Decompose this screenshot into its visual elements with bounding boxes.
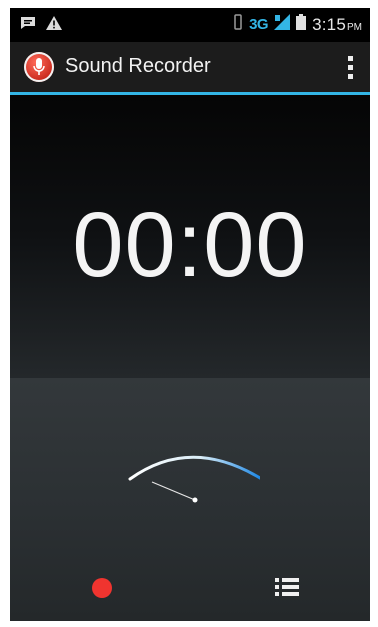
vu-meter-pivot: [192, 497, 198, 503]
timer-panel: 00:00: [10, 95, 370, 378]
status-bar: 3G 3:15PM: [10, 8, 370, 42]
vu-meter-needle: [151, 481, 196, 501]
overflow-menu-icon[interactable]: [340, 52, 360, 82]
status-clock: 3:15PM: [312, 14, 362, 34]
warning-icon: [46, 16, 62, 35]
recording-timer: 00:00: [72, 194, 308, 296]
recordings-list-icon[interactable]: [274, 574, 300, 600]
network-type: 3G: [249, 16, 269, 33]
controls-bar: [10, 568, 370, 608]
action-bar: Sound Recorder: [10, 42, 370, 92]
record-button[interactable]: [92, 578, 112, 598]
control-panel: [10, 378, 370, 621]
vu-meter-scale: [128, 455, 260, 481]
battery-icon: [296, 14, 307, 35]
status-right: 3G 3:15PM: [233, 14, 362, 35]
microphone-icon[interactable]: [24, 52, 54, 82]
vibrate-icon: [233, 14, 243, 35]
phone-screen: 3G 3:15PM Sound Recorder 00:00: [10, 8, 370, 621]
page-title: Sound Recorder: [65, 55, 211, 77]
message-icon: [20, 16, 36, 35]
signal-icon: [274, 14, 291, 35]
status-left: [20, 16, 62, 35]
vu-meter: [128, 455, 260, 503]
